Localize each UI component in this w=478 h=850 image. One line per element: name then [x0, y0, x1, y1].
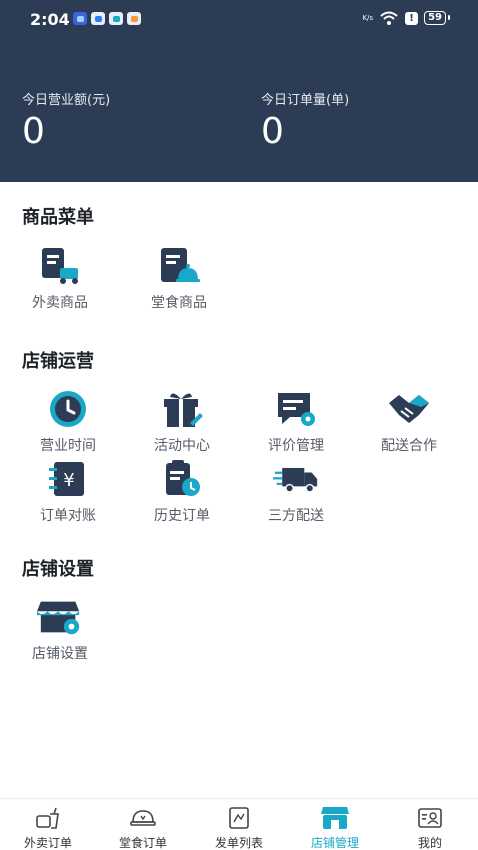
notification-icons: [73, 12, 141, 25]
revenue-label: 今日营业额(元): [22, 93, 111, 108]
dine-in-order-icon: [128, 805, 158, 831]
svg-text:¥: ¥: [63, 470, 74, 491]
tab-label: 外卖订单: [23, 836, 72, 850]
wifi-icon: [380, 11, 398, 25]
orders-stat: 今日订单量(单) 0: [261, 89, 349, 152]
dine-in-goods-icon: [156, 243, 202, 289]
grid-item-dine-in-goods[interactable]: 堂食商品: [131, 243, 227, 312]
network-speed: K/s: [362, 13, 374, 22]
grid-item-history-orders[interactable]: 历史订单: [134, 456, 230, 525]
section-title-operations: 店铺运营: [22, 351, 94, 372]
grid-item-label: 外卖商品: [32, 295, 88, 311]
grid-item-takeout-goods[interactable]: 外卖商品: [12, 243, 108, 312]
grid-item-review-management[interactable]: 评价管理: [248, 386, 344, 455]
orders-value: 0: [261, 111, 284, 152]
grid-item-label: 配送合作: [381, 438, 437, 454]
tab-dispatch-list[interactable]: 发单列表: [191, 805, 287, 850]
history-order-icon: [159, 456, 205, 502]
app-notification-icon: [127, 12, 141, 25]
status-bar: 2:04 K/s ! 59: [0, 0, 478, 38]
section-title-menu: 商品菜单: [22, 207, 94, 228]
takeout-goods-icon: [37, 243, 83, 289]
tab-store-management[interactable]: 店铺管理: [287, 805, 383, 850]
grid-item-activity-center[interactable]: 活动中心: [134, 386, 230, 455]
grid-item-label: 历史订单: [154, 508, 210, 524]
reconcile-icon: ¥: [45, 456, 91, 502]
grid-item-order-reconciliation[interactable]: ¥ 订单对账: [20, 456, 116, 525]
app-notification-icon: [73, 12, 87, 25]
tab-label: 发单列表: [214, 836, 263, 850]
tab-profile[interactable]: 我的: [382, 805, 478, 850]
grid-item-label: 活动中心: [154, 438, 210, 454]
grid-item-delivery-cooperation[interactable]: 配送合作: [361, 386, 457, 455]
tab-label: 堂食订单: [118, 836, 167, 850]
handshake-icon: [386, 386, 432, 432]
bottom-tab-bar: 外卖订单 堂食订单 发单列表 店铺管理 我的: [0, 798, 478, 850]
section-title-settings: 店铺设置: [22, 559, 94, 580]
store-settings-icon: [37, 594, 83, 640]
tab-dine-in-orders[interactable]: 堂食订单: [95, 805, 191, 850]
revenue-value: 0: [22, 111, 45, 152]
alert-icon: !: [405, 11, 419, 25]
grid-item-third-party-delivery[interactable]: 三方配送: [248, 456, 344, 525]
status-time: 2:04: [30, 10, 70, 29]
status-right: K/s ! 59: [362, 10, 450, 26]
battery-indicator: 59: [424, 11, 450, 25]
grid-item-label: 营业时间: [40, 438, 96, 454]
grid-item-label: 评价管理: [268, 438, 324, 454]
app-notification-icon: [91, 12, 105, 25]
store-manage-icon: [320, 805, 350, 831]
revenue-stat: 今日营业额(元) 0: [22, 89, 110, 152]
clock-icon: [45, 386, 91, 432]
grid-item-label: 店铺设置: [32, 646, 88, 662]
review-icon: [273, 386, 319, 432]
tab-label: 我的: [417, 836, 442, 850]
tab-takeout-orders[interactable]: 外卖订单: [0, 805, 96, 850]
header-panel: 2:04 K/s ! 59 今日营业额(元) 0 今日订单量(单) 0: [0, 0, 478, 182]
grid-item-label: 堂食商品: [151, 295, 207, 311]
profile-icon: [415, 805, 445, 831]
tab-label: 店铺管理: [310, 836, 359, 850]
orders-label: 今日订单量(单): [261, 93, 350, 108]
gift-icon: [159, 386, 205, 432]
dispatch-list-icon: [224, 805, 254, 831]
grid-item-business-hours[interactable]: 营业时间: [20, 386, 116, 455]
grid-item-store-settings[interactable]: 店铺设置: [12, 594, 108, 663]
app-notification-icon: [109, 12, 123, 25]
grid-item-label: 订单对账: [40, 508, 96, 524]
takeout-order-icon: [33, 805, 63, 831]
grid-item-label: 三方配送: [268, 508, 324, 524]
delivery-truck-icon: [273, 456, 319, 502]
